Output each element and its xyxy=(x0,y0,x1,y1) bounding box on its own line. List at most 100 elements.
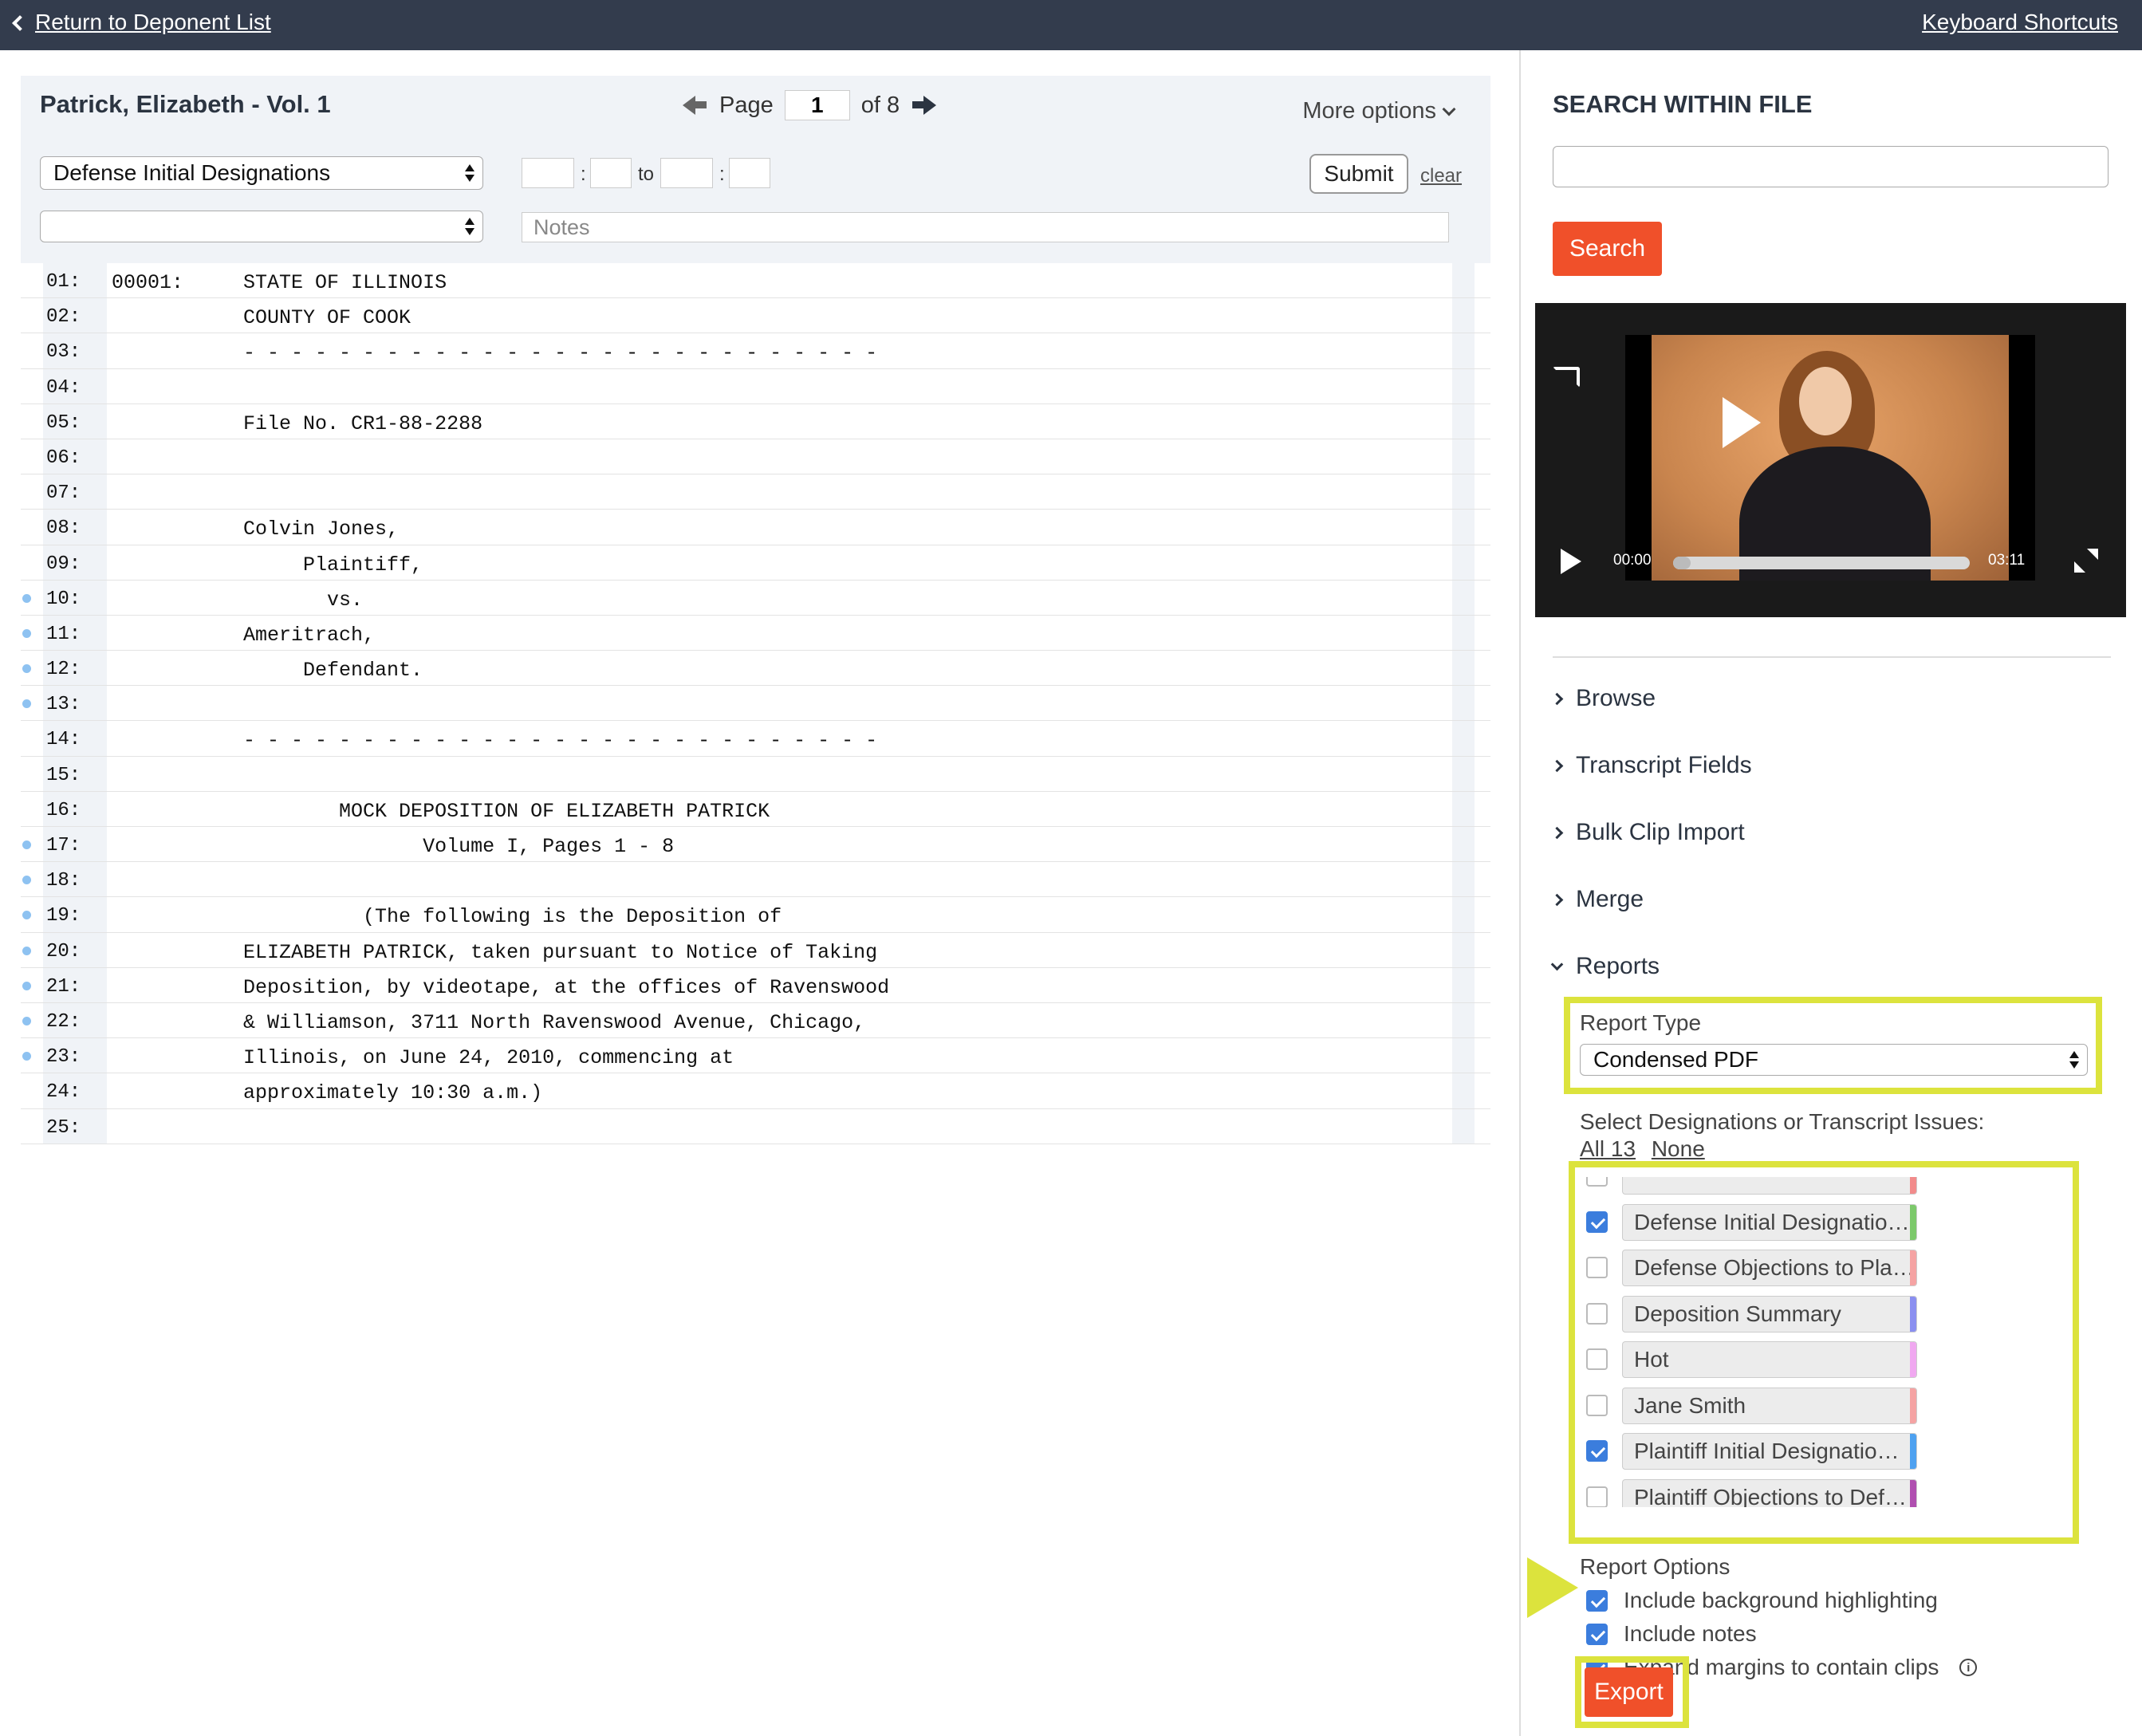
transcript-line[interactable]: 06: xyxy=(21,439,1490,475)
transcript-line[interactable]: 02: COUNTY OF COOK xyxy=(21,298,1490,334)
designation-color-stripe xyxy=(1910,1434,1916,1469)
end-minute-input[interactable] xyxy=(660,158,713,188)
transcript-line[interactable]: 16: MOCK DEPOSITION OF ELIZABETH PATRICK xyxy=(21,791,1490,827)
designation-item[interactable]: Plaintiff Initial Designatio… xyxy=(1586,1433,2053,1470)
designation-item[interactable]: Jane Smith xyxy=(1586,1387,2053,1424)
previous-page-arrow-icon[interactable] xyxy=(683,95,708,116)
transcript-line[interactable]: 03: - - - - - - - - - - - - - - - - - - … xyxy=(21,333,1490,369)
line-number: 14: xyxy=(46,729,81,751)
option-include-notes[interactable]: Include notes xyxy=(1586,1621,1757,1647)
designation-checkbox[interactable] xyxy=(1586,1394,1608,1416)
line-text: COUNTY OF COOK xyxy=(112,306,411,330)
report-type-select[interactable]: Condensed PDF xyxy=(1580,1044,2088,1076)
designation-checkbox[interactable] xyxy=(1586,1348,1608,1370)
duration: 03:11 xyxy=(1988,552,2026,569)
designation-checkbox[interactable] xyxy=(1586,1440,1608,1462)
designation-item[interactable]: Defense Initial Designatio… xyxy=(1586,1203,2053,1241)
transcript-line[interactable]: 17: Volume I, Pages 1 - 8 xyxy=(21,827,1490,863)
transcript-line[interactable]: 23: Illinois, on June 24, 2010, commenci… xyxy=(21,1038,1490,1074)
transcript-line[interactable]: 07: xyxy=(21,474,1490,510)
next-page-arrow-icon[interactable] xyxy=(911,95,937,116)
accordion-bulk-clip-import[interactable]: Bulk Clip Import xyxy=(1550,819,1745,846)
play-overlay-icon[interactable] xyxy=(1723,397,1761,448)
search-input[interactable] xyxy=(1553,146,2109,187)
designation-checkbox[interactable] xyxy=(1586,1177,1608,1187)
fullscreen-icon[interactable] xyxy=(2074,549,2098,573)
select-all-link[interactable]: All 13 xyxy=(1580,1136,1636,1161)
submit-button[interactable]: Submit xyxy=(1309,154,1408,194)
clear-link[interactable]: clear xyxy=(1420,165,1462,187)
transcript-line[interactable]: 12: Defendant. xyxy=(21,651,1490,687)
designation-item[interactable]: Hot xyxy=(1586,1341,2053,1378)
start-minute-input[interactable] xyxy=(522,158,574,188)
report-type-value: Condensed PDF xyxy=(1593,1047,1759,1072)
option-label: Include background highlighting xyxy=(1624,1588,1938,1612)
notes-input[interactable]: Notes xyxy=(522,212,1449,242)
designation-label: Jane Smith xyxy=(1634,1392,1746,1418)
transcript-line[interactable]: 25: xyxy=(21,1108,1490,1144)
more-options-dropdown[interactable]: More options xyxy=(1302,98,1456,124)
info-icon[interactable]: i xyxy=(1959,1659,1978,1676)
designation-checkbox[interactable] xyxy=(1586,1486,1608,1507)
transcript-line[interactable]: 08: Colvin Jones, xyxy=(21,510,1490,545)
right-gutter xyxy=(1452,333,1475,368)
secondary-select[interactable] xyxy=(40,211,483,242)
transcript-line[interactable]: 09: Plaintiff, xyxy=(21,545,1490,581)
transcript-line[interactable]: 11: Ameritrach, xyxy=(21,615,1490,651)
transcript-line[interactable]: 18: xyxy=(21,862,1490,898)
return-to-deponent-list-link[interactable]: Return to Deponent List xyxy=(12,10,271,35)
designation-item[interactable]: Deposition Summary xyxy=(1586,1295,2053,1333)
search-button[interactable]: Search xyxy=(1553,222,1662,276)
line-number: 06: xyxy=(46,447,81,469)
play-icon[interactable] xyxy=(1561,549,1581,574)
select-none-link[interactable]: None xyxy=(1652,1136,1705,1161)
video-progress-bar[interactable] xyxy=(1673,557,1970,569)
transcript-line[interactable]: 19: (The following is the Deposition of xyxy=(21,897,1490,933)
designation-checkbox[interactable] xyxy=(1586,1302,1608,1325)
designation-select[interactable]: Defense Initial Designations xyxy=(40,156,483,190)
accordion-merge[interactable]: Merge xyxy=(1550,886,1644,913)
right-gutter xyxy=(1452,651,1475,686)
keyboard-shortcuts-link[interactable]: Keyboard Shortcuts xyxy=(1922,10,2118,35)
checkbox[interactable] xyxy=(1586,1623,1608,1645)
checkbox[interactable] xyxy=(1586,1589,1608,1612)
export-button[interactable]: Export xyxy=(1585,1667,1673,1717)
accordion-transcript-fields[interactable]: Transcript Fields xyxy=(1550,752,1752,779)
designation-label: Defense Initial Designatio… xyxy=(1634,1209,1910,1234)
accordion-browse[interactable]: Browse xyxy=(1550,685,1656,712)
accordion-label: Browse xyxy=(1576,685,1656,711)
designation-checkbox[interactable] xyxy=(1586,1257,1608,1278)
video-player[interactable]: 00:00 03:11 xyxy=(1535,303,2126,617)
page-number-input[interactable] xyxy=(784,90,850,120)
designation-item[interactable]: Plaintiff Objections to Def… xyxy=(1586,1478,2053,1507)
transcript-line[interactable]: 24: approximately 10:30 a.m.) xyxy=(21,1073,1490,1109)
line-number: 07: xyxy=(46,482,81,505)
right-gutter xyxy=(1452,298,1475,333)
line-text: Deposition, by videotape, at the offices… xyxy=(112,975,890,999)
transcript-line[interactable]: 01: 00001: STATE OF ILLINOIS xyxy=(21,263,1490,299)
start-second-input[interactable] xyxy=(590,158,632,188)
select-arrows-icon xyxy=(465,218,474,235)
transcript-line[interactable]: 20: ELIZABETH PATRICK, taken pursuant to… xyxy=(21,932,1490,968)
transcript-line[interactable]: 15: xyxy=(21,756,1490,792)
transcript-line[interactable]: 14: - - - - - - - - - - - - - - - - - - … xyxy=(21,721,1490,757)
video-thumbnail xyxy=(1652,335,2009,581)
cast-icon[interactable] xyxy=(1553,367,1580,388)
transcript-line[interactable]: 21: Deposition, by videotape, at the off… xyxy=(21,967,1490,1003)
option-background-highlighting[interactable]: Include background highlighting xyxy=(1586,1588,1938,1613)
chevron-right-icon xyxy=(1550,826,1564,839)
designation-item[interactable]: Defense Objections to Pla… xyxy=(1586,1250,2053,1286)
end-second-input[interactable] xyxy=(729,158,770,188)
designation-item[interactable] xyxy=(1586,1177,2053,1195)
line-text: 00001: STATE OF ILLINOIS xyxy=(112,271,447,294)
accordion-reports[interactable]: Reports xyxy=(1550,953,1660,980)
designation-list[interactable]: Defense Initial Designatio… Defense Objec… xyxy=(1586,1177,2053,1507)
transcript-line[interactable]: 13: xyxy=(21,686,1490,722)
transcript-line[interactable]: 10: vs. xyxy=(21,580,1490,616)
transcript-line[interactable]: 05: File No. CR1-88-2288 xyxy=(21,403,1490,439)
designation-checkbox[interactable] xyxy=(1586,1210,1608,1233)
transcript-line[interactable]: 22: & Williamson, 3711 North Ravenswood … xyxy=(21,1002,1490,1039)
designation-dot-icon xyxy=(22,911,31,920)
transcript-line[interactable]: 04: xyxy=(21,368,1490,404)
line-number: 20: xyxy=(46,940,81,962)
